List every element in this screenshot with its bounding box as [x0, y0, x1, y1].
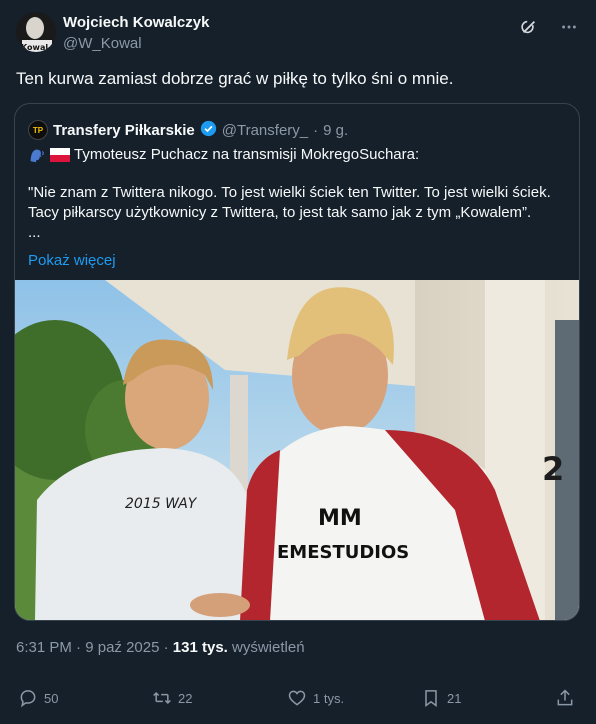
house-number: 2 [542, 450, 564, 488]
author-avatar[interactable]: Kowal [16, 12, 56, 52]
tweet-text: Ten kurwa zamiast dobrze grać w piłkę to… [16, 69, 454, 88]
quote-paragraph: "Nie znam z Twittera nikogo. To jest wie… [28, 184, 551, 221]
repost-icon [153, 691, 171, 705]
reply-icon [20, 690, 36, 708]
left-shirt-text: 2015 WAY [125, 496, 198, 512]
reply-count: 50 [44, 690, 59, 706]
verified-badge-icon [200, 120, 217, 141]
quote-photo[interactable]: 2 2015 WAY MM EMESTUDIOS [15, 280, 579, 621]
share-icon [557, 689, 573, 706]
quote-ellipsis: ... [28, 224, 41, 241]
tweet-date[interactable]: 9 paź 2025 [85, 639, 159, 656]
like-button[interactable]: 1 tys. [287, 688, 344, 708]
header-actions [518, 16, 580, 38]
views-label: wyświetleń [232, 639, 305, 656]
quote-avatar[interactable]: TP [28, 120, 48, 140]
tweet-meta: 6:31 PM · 9 paź 2025 · 131 tys. wyświetl… [16, 639, 305, 656]
quote-author-handle[interactable]: @Transfery_ [222, 122, 308, 139]
bookmark-icon [425, 690, 437, 707]
quote-line1-text: Tymoteusz Puchacz na transmisji MokregoS… [74, 146, 420, 163]
action-bar: 50 22 1 tys. 21 [0, 684, 596, 716]
reply-button[interactable]: 50 [18, 688, 58, 708]
tweet-header: Kowal Wojciech Kowalczyk @W_Kowal [16, 10, 580, 58]
like-icon [288, 690, 306, 706]
right-shirt-logo: MM [318, 506, 362, 531]
repost-count: 22 [178, 690, 193, 706]
quote-body: Tymoteusz Puchacz na transmisji MokregoS… [28, 145, 567, 271]
avatar-image: Kowal [16, 12, 56, 52]
quote-separator: · [313, 121, 319, 139]
more-icon[interactable] [558, 16, 580, 38]
author-handle[interactable]: @W_Kowal [63, 35, 142, 52]
share-button[interactable] [555, 688, 575, 708]
meta-separator: · [163, 639, 173, 656]
bookmark-button[interactable]: 21 [421, 688, 461, 708]
quote-age[interactable]: 9 g. [323, 122, 348, 139]
avatar-text: Kowal [21, 43, 48, 52]
author-name[interactable]: Wojciech Kowalczyk [63, 14, 209, 31]
quote-first-line: Tymoteusz Puchacz na transmisji MokregoS… [28, 145, 567, 165]
quoted-tweet[interactable]: TP Transfery Piłkarskie @Transfery_ · 9 … [14, 103, 580, 621]
poland-flag-icon [50, 148, 70, 162]
quote-author-name[interactable]: Transfery Piłkarskie [53, 122, 195, 139]
show-more-link[interactable]: Pokaż więcej [28, 251, 116, 271]
speaking-head-icon [28, 146, 46, 164]
repost-button[interactable]: 22 [152, 688, 192, 708]
meta-separator: · [76, 639, 86, 656]
views-count: 131 tys. [172, 639, 228, 656]
like-count: 1 tys. [313, 690, 345, 706]
tweet-time[interactable]: 6:31 PM [16, 639, 72, 656]
quote-header: TP Transfery Piłkarskie @Transfery_ · 9 … [28, 120, 567, 140]
bookmark-count: 21 [447, 690, 462, 706]
right-shirt-text: EMESTUDIOS [277, 542, 409, 563]
grok-icon[interactable] [518, 16, 540, 38]
